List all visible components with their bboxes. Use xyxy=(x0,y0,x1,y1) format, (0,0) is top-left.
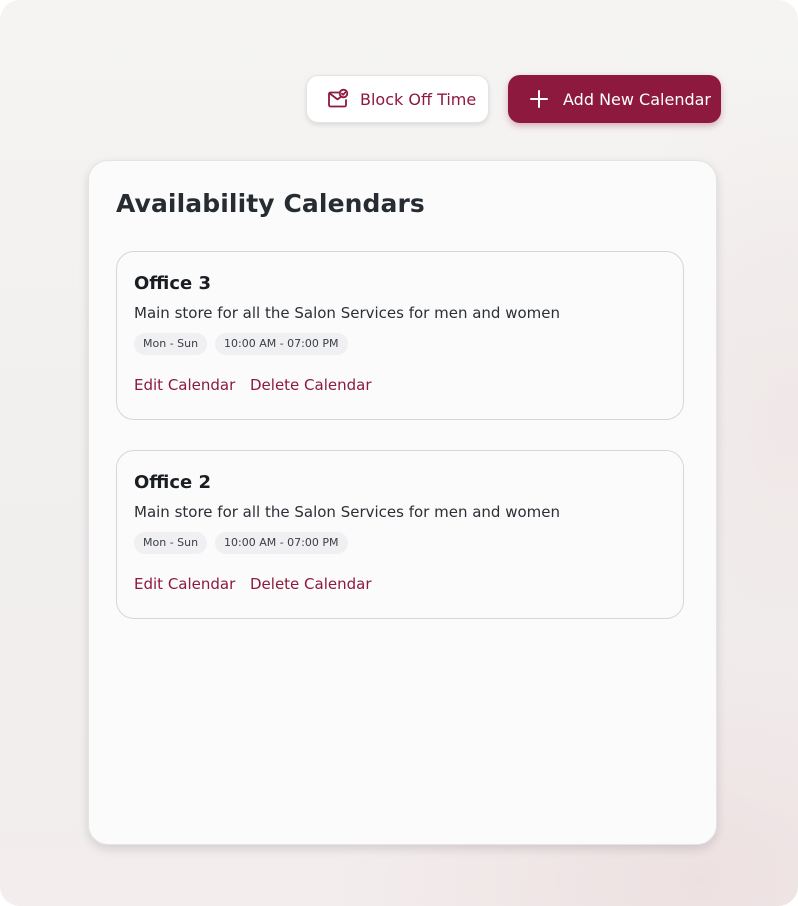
calendar-card: Office 3 Main store for all the Salon Se… xyxy=(116,251,684,420)
edit-calendar-link[interactable]: Edit Calendar xyxy=(134,575,235,593)
add-new-calendar-label: Add New Calendar xyxy=(563,89,711,109)
app-frame: Block Off Time Add New Calendar Availabi… xyxy=(0,0,798,906)
plus-icon xyxy=(528,88,550,110)
calendar-description: Main store for all the Salon Services fo… xyxy=(134,304,560,322)
calendar-name: Office 2 xyxy=(134,472,212,493)
days-badge: Mon - Sun xyxy=(134,532,208,554)
delete-calendar-link[interactable]: Delete Calendar xyxy=(250,376,372,394)
page-title: Availability Calendars xyxy=(116,189,425,218)
hours-badge: 10:00 AM - 07:00 PM xyxy=(215,532,348,554)
block-off-time-label: Block Off Time xyxy=(360,89,477,109)
block-off-time-button[interactable]: Block Off Time xyxy=(306,75,489,123)
mail-check-icon xyxy=(327,88,349,110)
calendar-description: Main store for all the Salon Services fo… xyxy=(134,503,560,521)
edit-calendar-link[interactable]: Edit Calendar xyxy=(134,376,235,394)
availability-calendars-panel: Availability Calendars Office 3 Main sto… xyxy=(88,160,717,845)
days-badge: Mon - Sun xyxy=(134,333,208,355)
hours-badge: 10:00 AM - 07:00 PM xyxy=(215,333,348,355)
add-new-calendar-button[interactable]: Add New Calendar xyxy=(508,75,721,123)
calendar-name: Office 3 xyxy=(134,273,212,294)
delete-calendar-link[interactable]: Delete Calendar xyxy=(250,575,372,593)
calendar-card: Office 2 Main store for all the Salon Se… xyxy=(116,450,684,619)
